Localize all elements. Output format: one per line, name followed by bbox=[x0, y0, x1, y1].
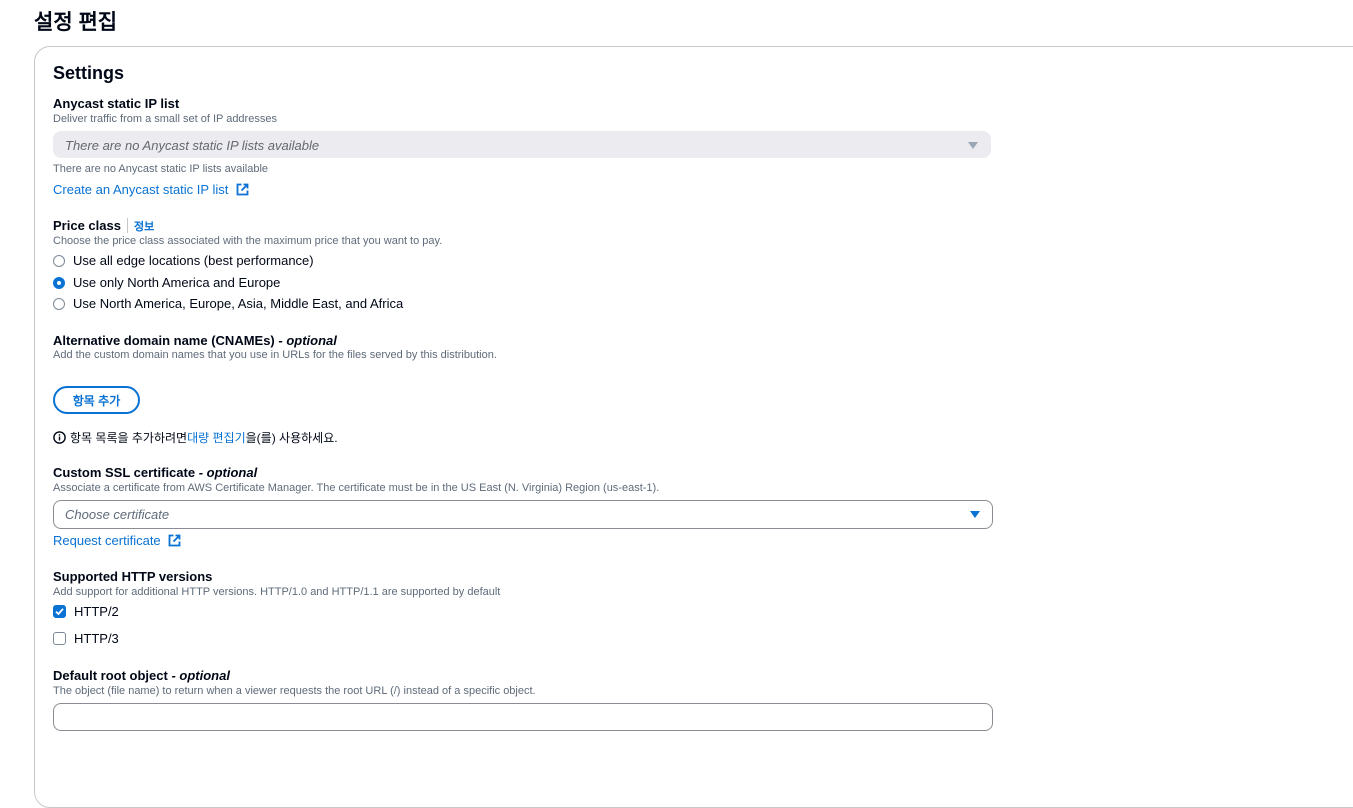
price-option-all[interactable]: Use all edge locations (best performance… bbox=[53, 253, 314, 268]
certificate-select[interactable]: Choose certificate bbox=[53, 500, 993, 529]
price-class-label: Price class bbox=[53, 218, 121, 233]
http-versions-description: Add support for additional HTTP versions… bbox=[53, 586, 501, 598]
create-anycast-link-label: Create an Anycast static IP list bbox=[53, 182, 229, 197]
create-anycast-link[interactable]: Create an Anycast static IP list bbox=[53, 182, 249, 199]
price-option-label: Use only North America and Europe bbox=[73, 275, 281, 290]
http-versions-label: Supported HTTP versions bbox=[53, 569, 213, 584]
anycast-label: Anycast static IP list bbox=[53, 96, 180, 111]
note-prefix: 항목 목록을 추가하려면 bbox=[70, 431, 188, 445]
add-item-button[interactable]: 항목 추가 bbox=[53, 386, 140, 414]
external-link-icon bbox=[236, 183, 249, 199]
checkbox-checked[interactable] bbox=[53, 605, 66, 618]
ssl-label-row: Custom SSL certificate - optional bbox=[53, 465, 257, 480]
cnames-label: Alternative domain name (CNAMEs) bbox=[53, 333, 275, 348]
note-suffix: 을(를) 사용하세요. bbox=[245, 431, 338, 445]
bulk-editor-link[interactable]: 대량 편집기 bbox=[187, 429, 246, 446]
radio-button-selected[interactable] bbox=[53, 276, 65, 289]
bulk-editor-note: 항목 목록을 추가하려면 대량 편집기 을(를) 사용하세요. bbox=[53, 429, 338, 446]
cnames-label-row: Alternative domain name (CNAMEs) - optio… bbox=[53, 333, 337, 348]
page-title: 설정 편집 bbox=[34, 11, 118, 34]
ssl-description: Associate a certificate from AWS Certifi… bbox=[53, 482, 660, 494]
optional-tag: - optional bbox=[198, 465, 258, 480]
panel-title: Settings bbox=[53, 63, 125, 83]
root-object-label-row: Default root object - optional bbox=[53, 668, 230, 683]
price-option-na-eu-asia[interactable]: Use North America, Europe, Asia, Middle … bbox=[53, 296, 403, 311]
radio-button[interactable] bbox=[53, 254, 65, 267]
ssl-label: Custom SSL certificate bbox=[53, 465, 196, 480]
caret-down-icon bbox=[968, 142, 978, 149]
divider bbox=[126, 218, 128, 233]
request-certificate-link[interactable]: Request certificate bbox=[53, 533, 181, 550]
external-link-icon bbox=[168, 534, 181, 550]
http3-option[interactable]: HTTP/3 bbox=[53, 631, 119, 646]
price-class-label-row: Price class 정보 bbox=[53, 218, 154, 234]
root-object-input[interactable] bbox=[53, 703, 993, 731]
certificate-select-placeholder: Choose certificate bbox=[65, 507, 170, 522]
price-option-label: Use all edge locations (best performance… bbox=[73, 253, 314, 268]
anycast-description: Deliver traffic from a small set of IP a… bbox=[53, 113, 277, 125]
optional-tag: - optional bbox=[278, 333, 337, 348]
http3-label: HTTP/3 bbox=[74, 631, 119, 646]
price-option-na-eu[interactable]: Use only North America and Europe bbox=[53, 275, 280, 290]
http2-option[interactable]: HTTP/2 bbox=[53, 604, 119, 619]
root-object-label: Default root object bbox=[53, 668, 168, 683]
request-certificate-label: Request certificate bbox=[53, 533, 161, 548]
http2-label: HTTP/2 bbox=[74, 604, 119, 619]
cnames-description: Add the custom domain names that you use… bbox=[53, 349, 497, 361]
checkbox[interactable] bbox=[53, 632, 66, 645]
anycast-helper: There are no Anycast static IP lists ava… bbox=[53, 163, 269, 175]
price-class-description: Choose the price class associated with t… bbox=[53, 235, 443, 247]
root-object-description: The object (file name) to return when a … bbox=[53, 685, 536, 697]
optional-tag: - optional bbox=[171, 668, 230, 683]
anycast-select-value: There are no Anycast static IP lists ava… bbox=[65, 138, 320, 153]
checkmark-icon bbox=[55, 608, 64, 616]
settings-panel: Settings Anycast static IP list Deliver … bbox=[34, 46, 1353, 808]
price-class-info-link[interactable]: 정보 bbox=[134, 221, 154, 233]
radio-button[interactable] bbox=[53, 297, 65, 310]
price-option-label: Use North America, Europe, Asia, Middle … bbox=[73, 296, 404, 311]
info-circle-icon bbox=[53, 431, 66, 444]
caret-down-icon bbox=[970, 511, 980, 518]
anycast-select: There are no Anycast static IP lists ava… bbox=[53, 131, 991, 158]
